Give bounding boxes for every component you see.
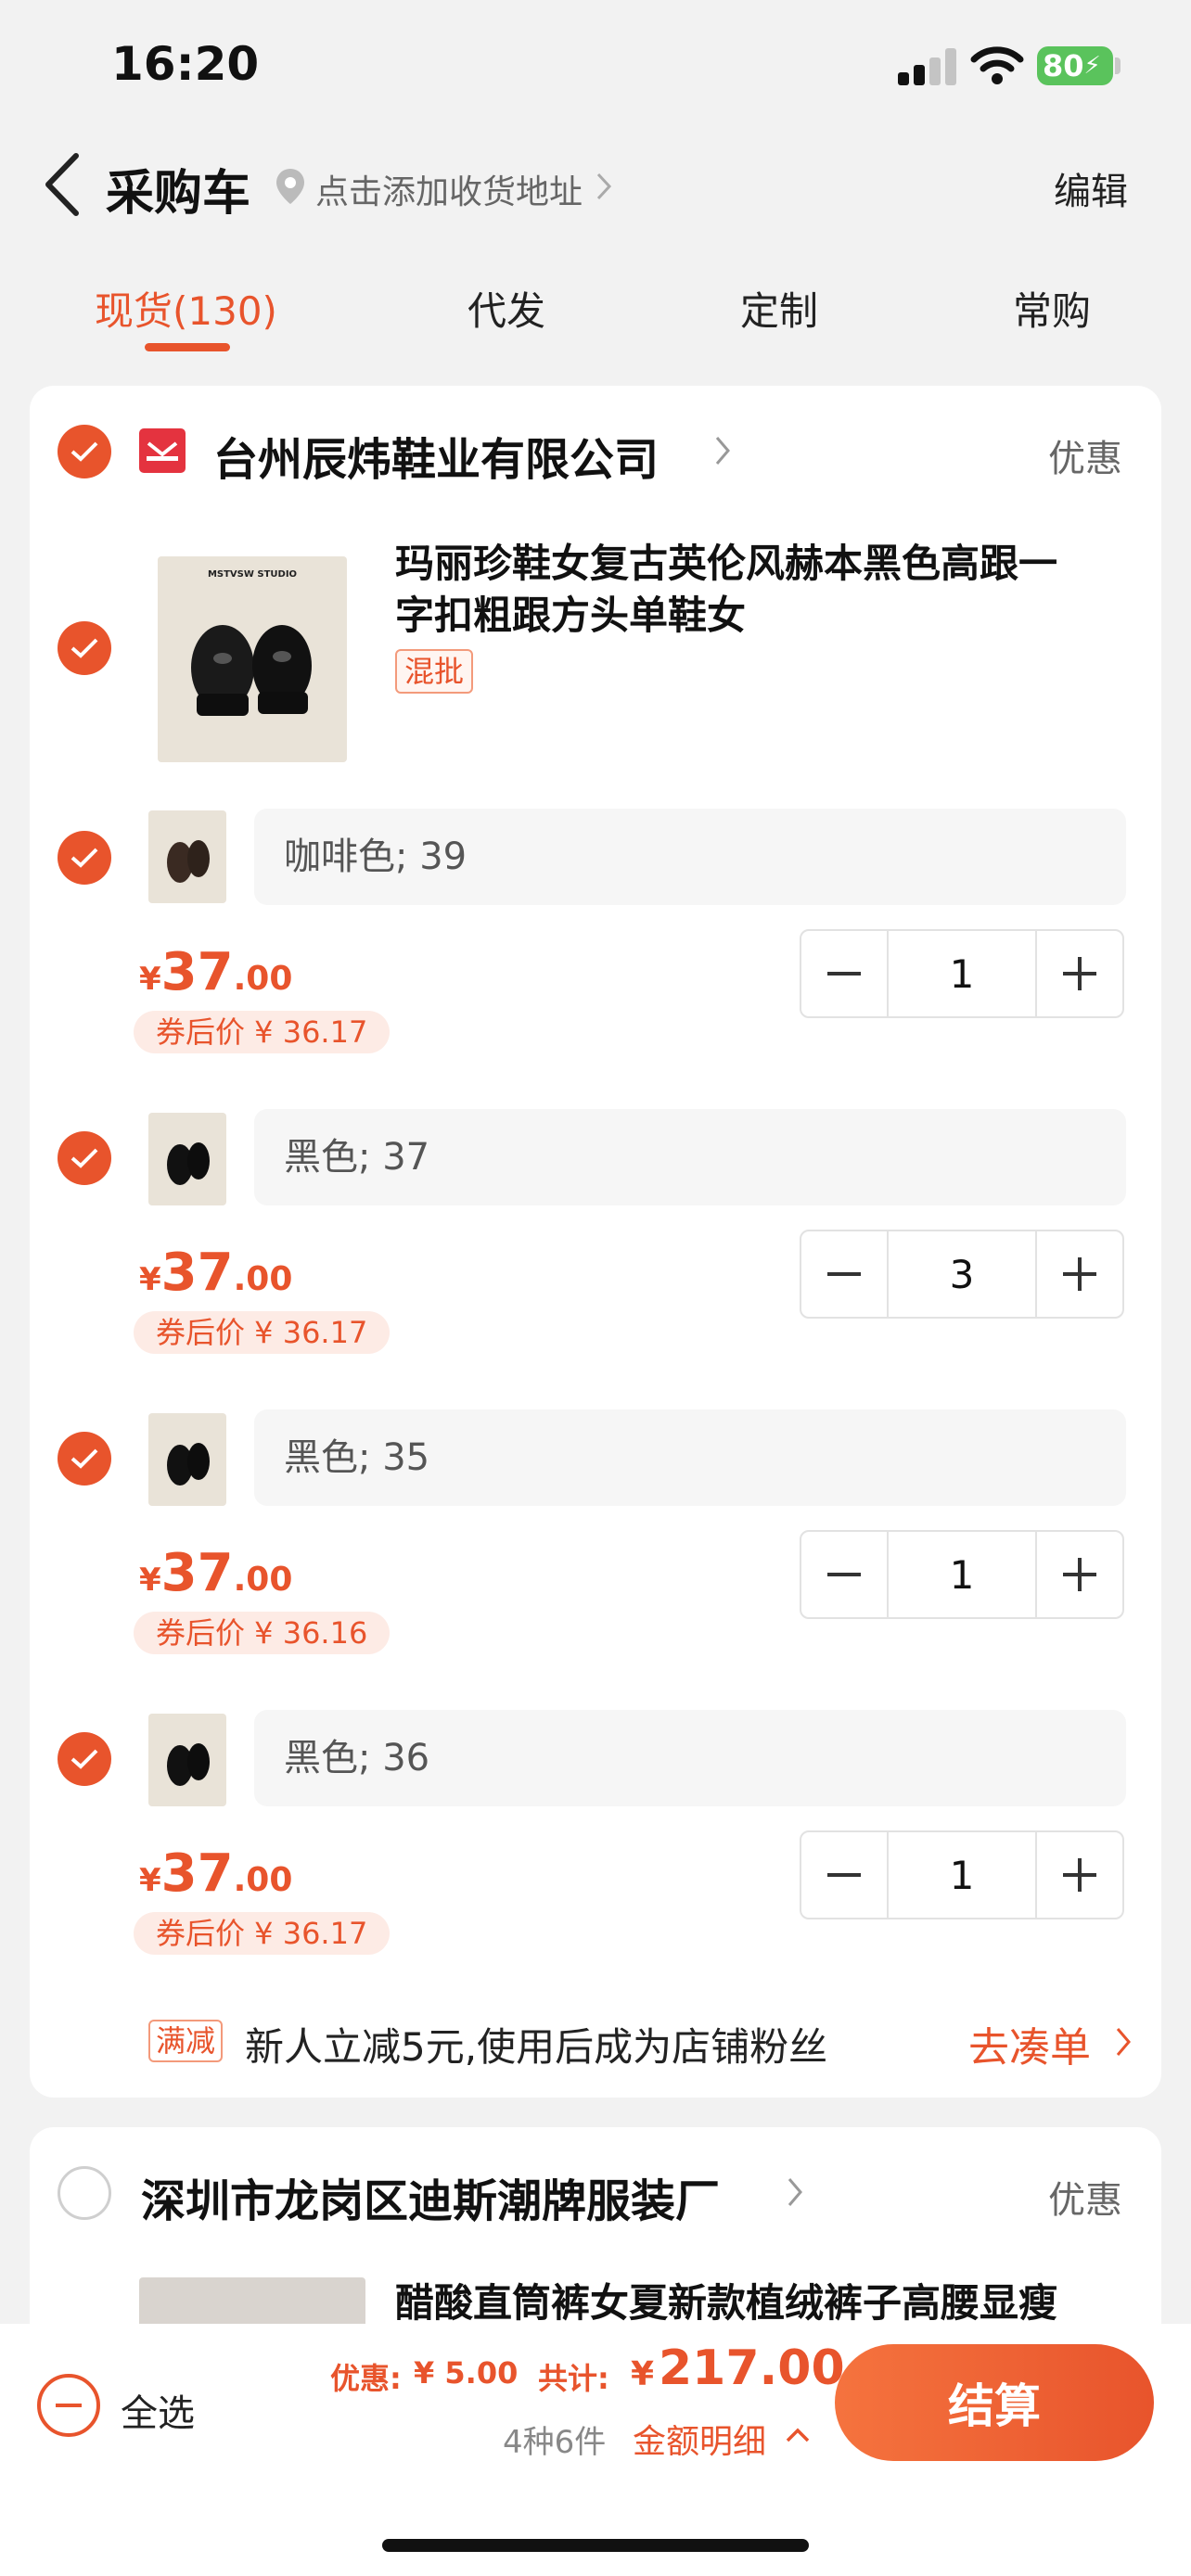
sku-price: ¥37.00: [139, 942, 293, 1002]
check-icon: [70, 848, 98, 868]
sku-thumbnail: [148, 1714, 226, 1806]
product-title[interactable]: 玛丽珍鞋女复古英伦风赫本黑色高跟一 字扣粗跟方头单鞋女: [395, 538, 1137, 642]
sku-price: ¥37.00: [139, 1543, 293, 1603]
total-value: 217.00: [659, 2340, 845, 2396]
minus-button[interactable]: [801, 1832, 887, 1918]
check-icon: [70, 638, 98, 658]
minus-icon: [827, 1873, 861, 1877]
mixed-batch-tag: 混批: [395, 649, 474, 694]
sku-checkbox[interactable]: [58, 1432, 111, 1486]
total-currency: ¥: [631, 2355, 655, 2393]
wifi-icon: [970, 46, 1024, 84]
product-image[interactable]: MSTVSW STUDIO: [158, 556, 347, 762]
plus-button[interactable]: [1037, 1532, 1122, 1617]
shop-checkbox[interactable]: [58, 2166, 111, 2220]
plus-button[interactable]: [1037, 931, 1122, 1016]
add-on-link[interactable]: 去凑单: [968, 2014, 1091, 2073]
shop-promo-link[interactable]: 优惠: [1048, 2170, 1122, 2224]
sku-thumbnail: [148, 810, 226, 903]
plus-button[interactable]: [1037, 1832, 1122, 1918]
plus-icon: [1063, 957, 1096, 990]
battery-cap: [1115, 57, 1121, 74]
plus-button[interactable]: [1037, 1231, 1122, 1317]
minus-button[interactable]: [801, 931, 887, 1016]
discount-value: ¥ 5.00: [414, 2355, 519, 2391]
minus-icon: [827, 1272, 861, 1276]
sku-price: ¥37.00: [139, 1243, 293, 1303]
sku-checkbox[interactable]: [58, 1732, 111, 1786]
sku-spec[interactable]: 黑色; 35: [254, 1409, 1126, 1506]
checkout-button[interactable]: 结算: [835, 2344, 1154, 2461]
signal-icon: [898, 48, 957, 85]
quantity-stepper: 1: [800, 1830, 1124, 1919]
minus-icon: [827, 1573, 861, 1576]
tab-dropship[interactable]: 代发: [467, 280, 545, 337]
plus-icon: [1063, 1858, 1096, 1892]
sku-price: ¥37.00: [139, 1843, 293, 1904]
plus-icon: [1063, 1257, 1096, 1291]
product-checkbox[interactable]: [58, 621, 111, 675]
quantity-stepper: 1: [800, 1530, 1124, 1619]
quantity-input[interactable]: 1: [887, 931, 1037, 1016]
check-icon: [70, 1749, 98, 1769]
address-link[interactable]: 点击添加收货地址: [315, 165, 583, 213]
amount-detail-link[interactable]: 金额明细: [633, 2415, 766, 2463]
quantity-stepper: 1: [800, 929, 1124, 1018]
page-title: 采购车: [106, 166, 251, 222]
chevron-right-icon: [596, 172, 612, 200]
sku-checkbox[interactable]: [58, 831, 111, 885]
sku-spec[interactable]: 黑色; 36: [254, 1710, 1126, 1806]
discount-label: 优惠:: [330, 2361, 402, 2396]
plus-icon: [1063, 1558, 1096, 1591]
back-icon[interactable]: [39, 150, 85, 219]
chevron-right-icon: [788, 2178, 802, 2206]
shop-checkbox[interactable]: [58, 425, 111, 478]
status-time: 16:20: [111, 37, 260, 91]
promo-text: 新人立减5元,使用后成为店铺粉丝: [245, 2024, 828, 2070]
check-icon: [70, 441, 98, 462]
edit-button[interactable]: 编辑: [1054, 161, 1128, 215]
location-icon[interactable]: [275, 167, 306, 206]
sku-thumbnail: [148, 1113, 226, 1205]
select-all-checkbox[interactable]: [37, 2374, 100, 2437]
coupon-price: 券后价 ¥ 36.16: [134, 1612, 391, 1654]
quantity-input[interactable]: 1: [887, 1532, 1037, 1617]
sku-spec[interactable]: 咖啡色; 39: [254, 809, 1126, 905]
full-reduction-tag: 满减: [148, 2020, 224, 2062]
sku-spec[interactable]: 黑色; 37: [254, 1109, 1126, 1205]
minus-button[interactable]: [801, 1532, 887, 1617]
tab-in-stock[interactable]: 现货(130): [95, 280, 277, 337]
coupon-price: 券后价 ¥ 36.17: [134, 1912, 391, 1955]
minus-button[interactable]: [801, 1231, 887, 1317]
minus-icon: [827, 972, 861, 976]
chevron-right-icon: [715, 437, 730, 465]
shop-name[interactable]: 深圳市龙岗区迪斯潮牌服装厂: [141, 2164, 720, 2229]
battery-icon: 80 ⚡: [1037, 46, 1113, 85]
quantity-input[interactable]: 1: [887, 1832, 1037, 1918]
home-indicator: [382, 2539, 809, 2552]
quantity-stepper: 3: [800, 1230, 1124, 1319]
check-icon: [70, 1148, 98, 1168]
select-all-label[interactable]: 全选: [121, 2383, 195, 2437]
shop-icon: [139, 428, 186, 473]
total-label: 共计:: [538, 2361, 609, 2396]
shoe-image: [191, 625, 312, 716]
sku-checkbox[interactable]: [58, 1131, 111, 1185]
check-icon: [70, 1448, 98, 1469]
image-brand: MSTVSW STUDIO: [207, 569, 298, 580]
quantity-input[interactable]: 3: [887, 1231, 1037, 1317]
product-title[interactable]: 醋酸直筒裤女夏新款植绒裤子高腰显瘦: [395, 2277, 1137, 2329]
sku-thumbnail: [148, 1413, 226, 1506]
chevron-up-icon: [786, 2428, 810, 2442]
item-count: 4种6件: [503, 2424, 607, 2461]
coupon-price: 券后价 ¥ 36.17: [134, 1011, 391, 1053]
tab-custom[interactable]: 定制: [740, 280, 818, 337]
shop-promo-link[interactable]: 优惠: [1048, 428, 1122, 482]
tab-active-indicator: [145, 343, 230, 351]
chevron-right-icon: [1116, 2028, 1131, 2056]
shop-name[interactable]: 台州辰炜鞋业有限公司: [213, 423, 659, 488]
tab-frequent[interactable]: 常购: [1013, 280, 1091, 337]
coupon-price: 券后价 ¥ 36.17: [134, 1311, 391, 1354]
